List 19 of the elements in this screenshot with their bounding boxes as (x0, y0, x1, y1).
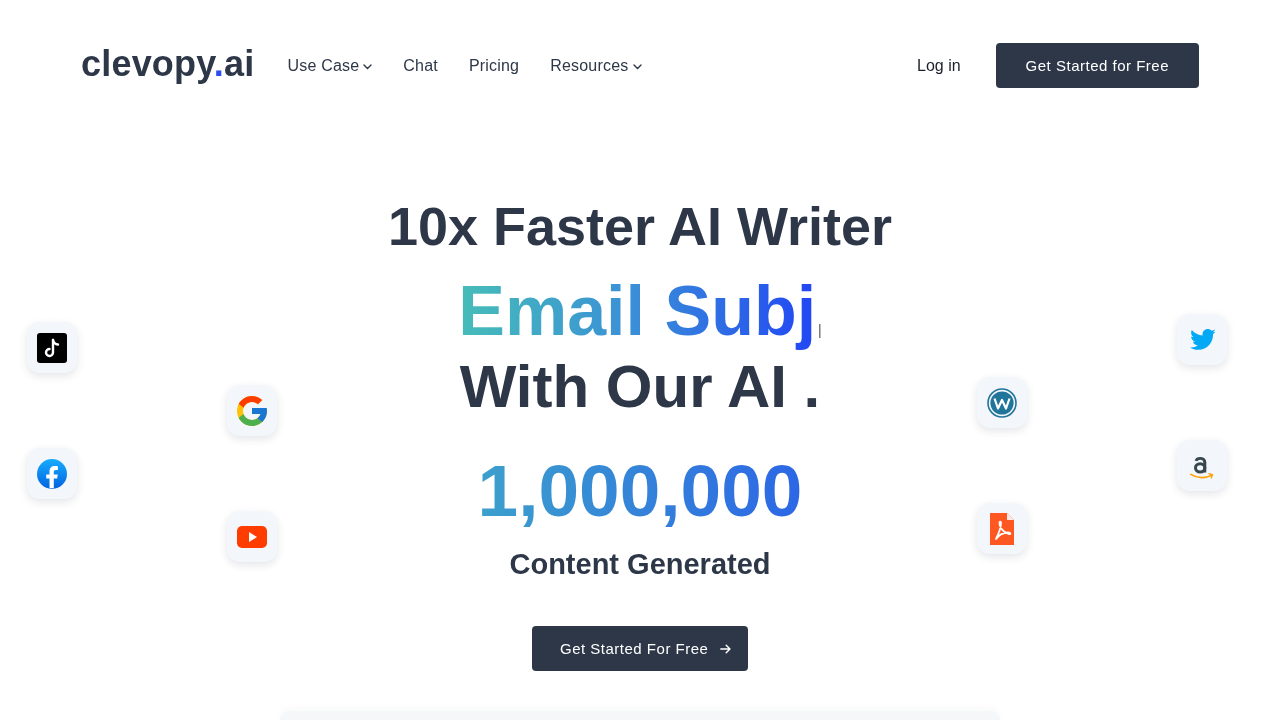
arrow-right-icon (720, 643, 732, 654)
text-cursor: | (818, 322, 822, 338)
login-link[interactable]: Log in (917, 55, 961, 76)
document-icon (977, 503, 1027, 554)
get-started-button[interactable]: Get Started for Free (995, 43, 1199, 88)
hero-title: 10x Faster AI Writer (387, 195, 893, 258)
nav-link[interactable]: Pricing (468, 55, 520, 76)
counter-label: Content Generated (509, 547, 771, 582)
nav-link[interactable]: Use Case (287, 55, 373, 76)
letter-a-smile-icon (1177, 440, 1227, 491)
play-button-icon (227, 511, 277, 562)
logo[interactable]: clevopy.ai (81, 41, 255, 86)
bird-icon (1177, 314, 1227, 365)
hero-tagline: With Our AI . (459, 352, 821, 422)
letter-g-icon (227, 385, 277, 436)
music-note-icon (27, 322, 77, 373)
get-started-button[interactable]: Get Started For Free (532, 626, 748, 671)
nav-link[interactable]: Chat (403, 55, 438, 76)
nav-link[interactable]: Resources (550, 55, 642, 76)
